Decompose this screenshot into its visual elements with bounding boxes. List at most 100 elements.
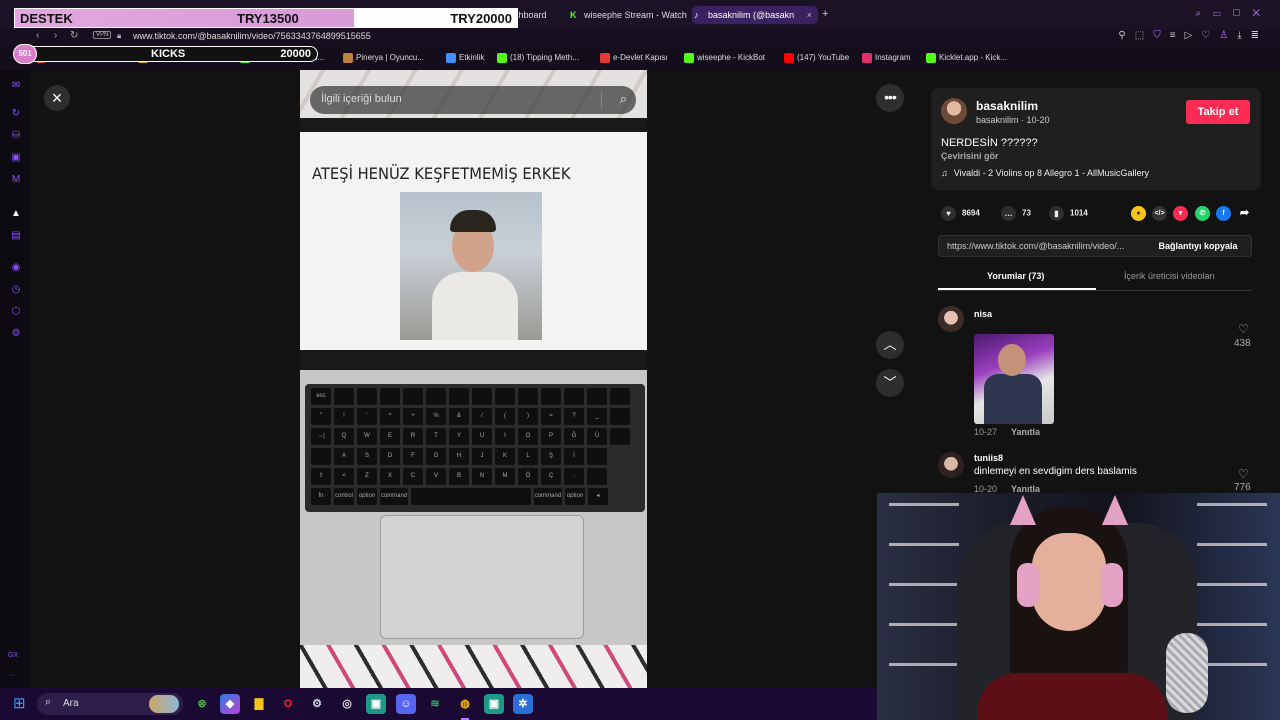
avatar[interactable] <box>938 452 964 478</box>
bookmark-item[interactable]: (18) Tipping Meth... <box>497 53 579 63</box>
comment-author[interactable]: tuniis8 <box>974 453 1003 463</box>
clock-icon[interactable]: ◷ <box>10 284 22 296</box>
bookmark-label: e-Devlet Kapısı <box>613 53 668 62</box>
kick-icon: K <box>570 10 577 20</box>
coin-share-icon[interactable]: ● <box>1131 206 1146 221</box>
xbox-icon[interactable]: ⊗ <box>192 694 212 714</box>
settings-icon[interactable]: ≣ <box>1251 30 1268 41</box>
windows-start-icon[interactable]: ⊞ <box>13 696 29 712</box>
comment-icon[interactable]: … <box>1001 206 1016 221</box>
search-icon[interactable]: ⌕ <box>620 91 627 107</box>
menu-icon[interactable]: ≡ <box>1170 30 1185 41</box>
cube-icon[interactable]: ⬡ <box>10 306 22 318</box>
capture-icon[interactable]: ⬚ <box>1135 30 1153 41</box>
chrome-icon[interactable]: ◍ <box>455 694 475 720</box>
copilot-icon[interactable]: ◆ <box>220 694 240 714</box>
spotify-icon[interactable]: ≋ <box>425 694 445 714</box>
play-circle-icon[interactable]: ◉ <box>10 262 22 274</box>
tab-creator-videos[interactable]: İçerik üreticisi videoları <box>1124 271 1215 281</box>
whatsapp-icon[interactable]: ✆ <box>1195 206 1210 221</box>
follow-button[interactable]: Takip et <box>1186 100 1250 124</box>
window-controls[interactable]: ⌕▭▢✕ <box>1196 8 1272 19</box>
save-stat[interactable]: ▮ 1014 <box>1049 206 1088 221</box>
close-tab-icon[interactable]: × <box>807 6 812 24</box>
avatar[interactable] <box>938 306 964 332</box>
reply-link[interactable]: Yanıtla <box>1011 427 1040 437</box>
bookmark-item[interactable]: (147) YouTube <box>784 53 849 63</box>
history-icon[interactable]: ↻ <box>10 108 22 120</box>
comment-like-icon[interactable]: ♡ <box>1238 467 1249 481</box>
app-icon[interactable]: ▣ <box>484 694 504 714</box>
more-options-button[interactable]: ••• <box>876 84 904 112</box>
taskbar-search[interactable]: ⌕ Ara <box>37 693 183 715</box>
shield-icon[interactable]: ⛉ <box>1153 30 1170 41</box>
mail-icon[interactable]: M <box>10 174 22 186</box>
discord-icon[interactable]: ☺ <box>396 694 416 714</box>
donation-current: TRY13500 <box>237 11 299 26</box>
bookmark-item[interactable]: Etkinlik <box>446 53 484 63</box>
tab-basaknilim[interactable]: ♪ basaknilim (@basakn × <box>692 6 818 24</box>
share-icon[interactable]: ➦ <box>1237 206 1252 221</box>
search-icon[interactable]: ⌕ <box>1196 8 1214 19</box>
close-icon[interactable]: ✕ <box>1252 8 1272 19</box>
reload-icon[interactable]: ↻ <box>70 30 78 41</box>
next-video-button[interactable]: ﹀ <box>876 369 904 397</box>
creator-username[interactable]: basaknilim <box>976 99 1038 113</box>
bag-icon[interactable]: ⛁ <box>10 130 22 142</box>
tab-wiseephe-stream[interactable]: Kwiseephe Stream - Watch <box>568 6 687 24</box>
obs-icon[interactable]: ◎ <box>337 694 357 714</box>
microphone <box>1166 633 1208 713</box>
send-icon[interactable]: ▼ <box>1173 206 1188 221</box>
active-tab-underline <box>938 288 1096 290</box>
kick-rail-icon[interactable]: ▲ <box>10 208 22 220</box>
comment-like-icon[interactable]: ♡ <box>1238 322 1249 336</box>
avatar[interactable] <box>941 98 967 124</box>
back-icon[interactable]: ‹ <box>36 30 39 41</box>
bookmark-item[interactable]: Instagram <box>862 53 911 63</box>
lock-icon[interactable]: 🔒︎ <box>117 31 121 41</box>
music-info[interactable]: ♫ Vivaldi - 2 Violins op 8 Allegro 1 - Al… <box>941 168 1149 178</box>
comment-stat[interactable]: … 73 <box>1001 206 1031 221</box>
taskbar-search-input[interactable]: Ara <box>63 698 79 709</box>
file-explorer-icon[interactable]: ▇ <box>249 694 269 714</box>
play-icon[interactable]: ▷ <box>1185 30 1202 41</box>
messenger-icon[interactable]: ✉ <box>10 80 22 92</box>
keyboard-key <box>357 388 377 405</box>
opera-gx-icon[interactable]: O <box>278 694 298 714</box>
facebook-icon[interactable]: f <box>1216 206 1231 221</box>
bookmark-item[interactable]: Kicklet.app - Kick... <box>926 53 1007 63</box>
app-icon[interactable]: ▣ <box>366 694 386 714</box>
maximize-icon[interactable]: ▢ <box>1233 8 1253 19</box>
bookmark-item[interactable]: e-Devlet Kapısı <box>600 53 668 63</box>
search-input[interactable]: İlgili içeriği bulun <box>321 93 402 105</box>
tab-comments[interactable]: Yorumlar (73) <box>987 271 1044 281</box>
gear-icon[interactable]: ⚙ <box>10 328 22 340</box>
network-icon[interactable]: ✲ <box>513 694 533 714</box>
copy-link-button[interactable]: Bağlantıyı kopyala <box>1145 236 1251 256</box>
download-icon[interactable]: ⤓ <box>1237 30 1250 41</box>
heart-icon[interactable]: ♡ <box>1201 30 1219 41</box>
twitch-icon[interactable]: ▤ <box>10 230 22 242</box>
related-search-bar[interactable]: İlgili içeriği bulun ⌕ <box>310 86 636 114</box>
comment-author[interactable]: nisa <box>974 309 992 319</box>
share-link-url[interactable]: https://www.tiktok.com/@basaknilim/video… <box>947 241 1147 251</box>
forward-icon[interactable]: › <box>54 30 57 41</box>
bookmark-item[interactable]: wiseephe - KickBot <box>684 53 765 63</box>
gaming-icon[interactable]: ▣ <box>10 152 22 164</box>
more-icon[interactable]: ··· <box>8 672 15 679</box>
profile-icon[interactable]: ♙ <box>1219 30 1237 41</box>
pin-icon[interactable]: ⚲ <box>1118 30 1134 41</box>
like-stat[interactable]: ♥ 8694 <box>941 206 980 221</box>
translate-link[interactable]: Çevirisini gör <box>941 151 999 161</box>
minimize-icon[interactable]: ▭ <box>1213 8 1233 19</box>
new-tab-button[interactable]: + <box>822 8 828 20</box>
bookmark-item[interactable]: Pinerya | Oyuncu... <box>343 53 424 63</box>
previous-video-button[interactable]: ︿ <box>876 331 904 359</box>
embed-icon[interactable]: </> <box>1152 206 1167 221</box>
vpn-badge[interactable]: VPN <box>93 31 112 39</box>
url-field[interactable]: www.tiktok.com/@basaknilim/video/7563343… <box>133 31 371 41</box>
heart-icon[interactable]: ♥ <box>941 206 956 221</box>
close-video-button[interactable]: × <box>44 85 70 111</box>
bookmark-icon[interactable]: ▮ <box>1049 206 1064 221</box>
steam-icon[interactable]: ⚙ <box>307 694 327 714</box>
